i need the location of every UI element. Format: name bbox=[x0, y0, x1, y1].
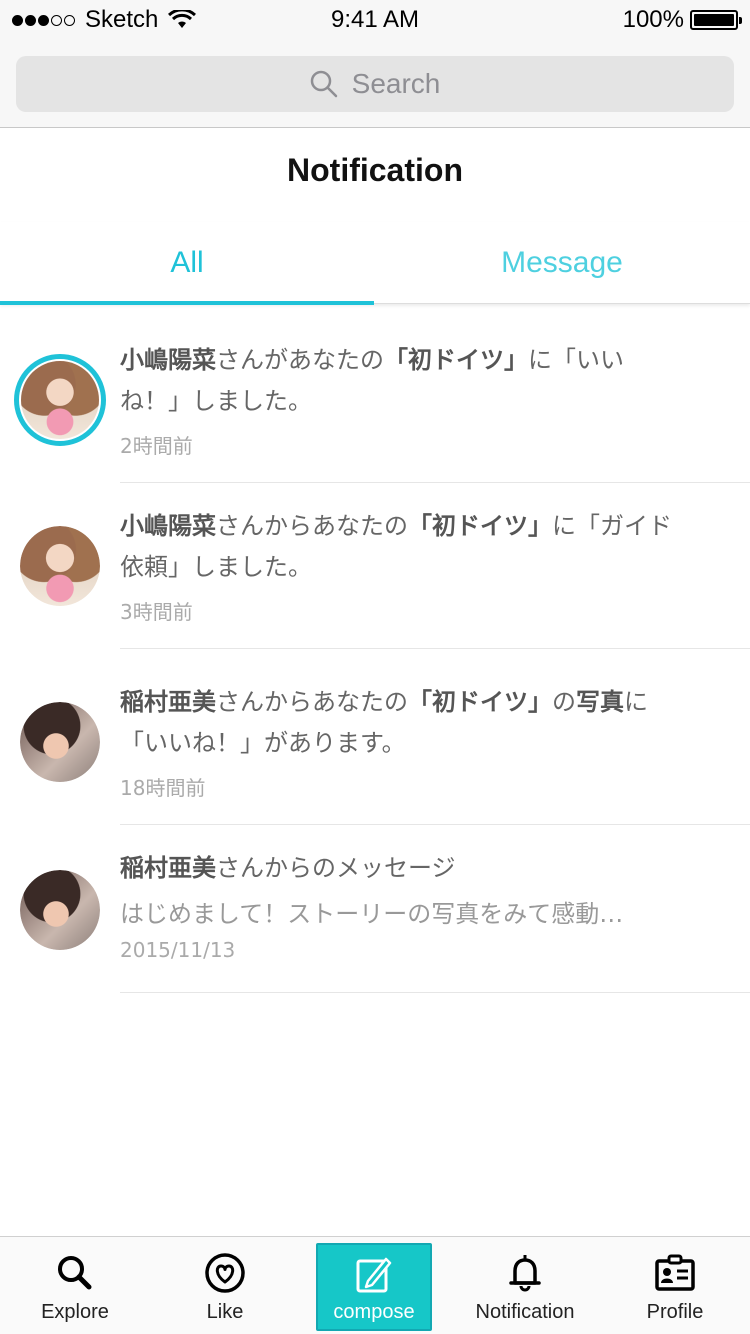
divider bbox=[120, 992, 750, 993]
message-text: さんからのメッセージ bbox=[216, 854, 456, 882]
divider bbox=[120, 648, 750, 649]
user-name: 稲村亜美 bbox=[120, 854, 216, 882]
tab-all[interactable]: All bbox=[0, 222, 374, 304]
message-text: さんからあなたの bbox=[216, 688, 408, 716]
timestamp: 18時間前 bbox=[120, 776, 206, 800]
tab-notification[interactable]: Notification bbox=[450, 1237, 600, 1334]
page-title: Notification bbox=[287, 152, 463, 188]
tab-message-label: Message bbox=[501, 246, 623, 279]
photo-label: 写真 bbox=[576, 688, 624, 716]
user-name: 小嶋陽菜 bbox=[120, 346, 216, 374]
battery-icon bbox=[690, 10, 742, 30]
battery-status: 100% bbox=[622, 6, 742, 34]
divider bbox=[120, 482, 750, 483]
notification-message: 稲村亜美さんからあなたの「初ドイツ」の写真に「いいね！」があります。 bbox=[120, 682, 680, 764]
tab-message[interactable]: Message bbox=[375, 222, 749, 304]
active-tab-indicator bbox=[0, 301, 374, 305]
tab-all-label: All bbox=[170, 246, 204, 279]
bell-icon bbox=[509, 1255, 541, 1292]
user-name: 小嶋陽菜 bbox=[120, 512, 216, 540]
search-bar: Search bbox=[0, 40, 750, 128]
timestamp: 3時間前 bbox=[120, 600, 193, 624]
message-text: さんがあなたの bbox=[216, 346, 384, 374]
tab-profile[interactable]: Profile bbox=[600, 1237, 750, 1334]
search-icon bbox=[310, 70, 337, 98]
tab-profile-label: Profile bbox=[646, 1301, 704, 1323]
compose-button[interactable]: compose bbox=[316, 1243, 432, 1331]
search-icon bbox=[58, 1256, 92, 1290]
tab-notification-label: Notification bbox=[475, 1301, 575, 1323]
tab-explore[interactable]: Explore bbox=[0, 1237, 150, 1334]
battery-percent: 100% bbox=[622, 6, 684, 33]
avatar[interactable] bbox=[20, 870, 100, 950]
avatar[interactable] bbox=[14, 354, 106, 446]
story-name: 「初ドイツ」 bbox=[408, 688, 552, 716]
avatar[interactable] bbox=[20, 526, 100, 606]
notification-message: 小嶋陽菜さんがあなたの「初ドイツ」に「いいね！」しました。 bbox=[120, 340, 680, 422]
compose-icon bbox=[356, 1257, 392, 1293]
story-name: 「初ドイツ」 bbox=[384, 346, 528, 374]
segment-tabs: All Message bbox=[0, 222, 750, 305]
notification-message: 小嶋陽菜さんからあなたの「初ドイツ」に「ガイド依頼」しました。 bbox=[120, 506, 680, 588]
heart-icon bbox=[205, 1253, 245, 1293]
profile-card-icon bbox=[655, 1254, 695, 1291]
avatar[interactable] bbox=[20, 702, 100, 782]
message-text: さんからあなたの bbox=[216, 512, 408, 540]
message-text: の bbox=[552, 688, 576, 716]
timestamp: 2015/11/13 bbox=[120, 938, 236, 962]
tab-like-label: Like bbox=[206, 1301, 244, 1323]
user-name: 稲村亜美 bbox=[120, 688, 216, 716]
bottom-tab-bar: Explore Like compose Notification Profil… bbox=[0, 1236, 750, 1334]
divider bbox=[120, 824, 750, 825]
notification-message: 稲村亜美さんからのメッセージ bbox=[120, 848, 680, 889]
search-placeholder: Search bbox=[351, 68, 441, 99]
search-input[interactable]: Search bbox=[16, 56, 734, 112]
tab-compose-label: compose bbox=[333, 1301, 415, 1323]
tab-like[interactable]: Like bbox=[150, 1237, 300, 1334]
message-preview: はじめまして！ストーリーの写真をみて感動… bbox=[120, 900, 624, 928]
timestamp: 2時間前 bbox=[120, 434, 193, 458]
tab-explore-label: Explore bbox=[41, 1301, 109, 1323]
status-bar: Sketch 9:41 AM 100% bbox=[0, 0, 750, 40]
story-name: 「初ドイツ」 bbox=[408, 512, 552, 540]
